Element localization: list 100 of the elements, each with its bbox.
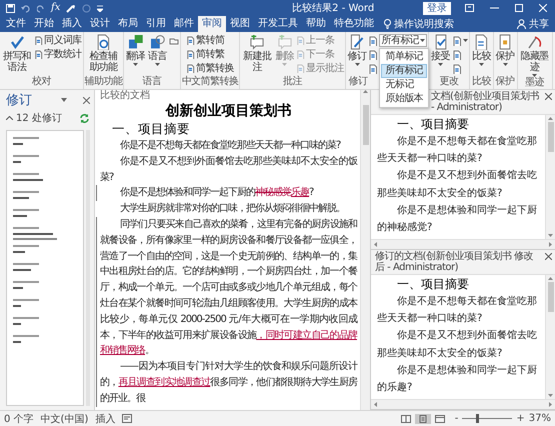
zoom-in-button[interactable]: +: [516, 413, 525, 424]
ribbon-tab[interactable]: 开发工具: [254, 16, 302, 32]
zoom-out-button[interactable]: -: [454, 413, 458, 424]
scroll-left-icon[interactable]: [374, 242, 377, 247]
save-icon[interactable]: [6, 4, 15, 12]
undo-icon[interactable]: [21, 4, 31, 12]
close-icon[interactable]: [83, 96, 90, 104]
slider-thumb[interactable]: [476, 414, 480, 423]
language-icon: [149, 34, 166, 50]
horizontal-scrollbar[interactable]: [371, 239, 555, 249]
ribbon-button[interactable]: 拼写和语法: [1, 34, 33, 73]
tell-me-search[interactable]: 操作说明搜索: [394, 17, 454, 31]
ribbon-button[interactable]: 字数统计: [34, 48, 82, 61]
customize-icon[interactable]: [97, 4, 104, 12]
section-heading: 一、项目摘要: [396, 276, 470, 293]
close-icon[interactable]: [545, 253, 552, 260]
login-button[interactable]: 登录: [423, 2, 451, 14]
vertical-scrollbar[interactable]: [545, 275, 555, 399]
scroll-down-icon[interactable]: [548, 234, 553, 237]
close-icon[interactable]: [545, 93, 552, 100]
ribbon-button[interactable]: 翻译: [125, 34, 146, 66]
group-label: 墨迹: [525, 77, 544, 89]
folder-icon: [168, 36, 179, 46]
maximize-icon[interactable]: [515, 4, 523, 12]
ribbon-button[interactable]: 比较: [470, 34, 492, 66]
ribbon-button[interactable]: 语言: [147, 34, 168, 66]
ribbon-tab[interactable]: 引用: [142, 16, 170, 32]
refresh-icon[interactable]: [79, 112, 90, 124]
person-icon[interactable]: [517, 19, 526, 29]
scroll-right-icon[interactable]: [549, 402, 552, 407]
icon-button[interactable]: [368, 62, 378, 75]
insert-mode[interactable]: 插入: [95, 412, 116, 426]
scroll-up-icon[interactable]: [548, 277, 553, 280]
ribbon-tab[interactable]: 开始: [30, 16, 58, 32]
document-icon: [34, 36, 43, 45]
ribbon-button[interactable]: 隐藏墨迹: [518, 34, 551, 77]
ribbon-tab[interactable]: 邮件: [170, 16, 198, 32]
macro-icon[interactable]: [122, 414, 132, 423]
word-count[interactable]: 0 个字: [4, 412, 34, 426]
ribbon-button[interactable]: 接受: [430, 34, 451, 66]
menu-item[interactable]: 简单标记: [381, 50, 428, 64]
icon-button[interactable]: [368, 34, 378, 47]
scroll-left-icon[interactable]: [374, 402, 377, 407]
scroll-up-icon[interactable]: [548, 117, 553, 120]
menu-item[interactable]: 无标记: [381, 78, 428, 92]
document-icon: [368, 50, 378, 60]
caret-icon: [502, 63, 508, 66]
vertical-scrollbar[interactable]: [360, 90, 370, 410]
document-icon: [452, 50, 462, 60]
lightbulb-icon[interactable]: [384, 19, 391, 29]
language-status[interactable]: 中文(中国): [40, 412, 88, 426]
section-heading: 一、项目摘要: [111, 120, 191, 138]
collapse-icon[interactable]: [6, 116, 13, 120]
ribbon-tab[interactable]: 设计: [86, 16, 114, 32]
paragraph: 你是不是又不想到外面餐馆去吃那些美味却不太安全的饭菜?: [377, 168, 538, 201]
paragraph: 你是不是不想每天都在食堂吃那些天天都一种口味的菜?: [377, 294, 538, 326]
ribbon-tab[interactable]: 帮助: [302, 16, 330, 32]
scrollbar-thumb[interactable]: [362, 105, 368, 145]
ribbon-button[interactable]: 修订: [346, 34, 368, 66]
formula-button[interactable]: fx: [51, 2, 60, 14]
ribbon-options-icon[interactable]: [465, 4, 474, 12]
horizontal-scrollbar[interactable]: [371, 399, 555, 409]
ribbon-tab[interactable]: 特色功能: [330, 16, 378, 32]
ribbon-tab[interactable]: 布局: [114, 16, 142, 32]
checkmark-icon: [9, 34, 25, 50]
caret-icon: [438, 63, 443, 66]
group-label: 校对: [32, 76, 51, 88]
scrollbar-thumb[interactable]: [548, 282, 554, 312]
ribbon-button[interactable]: 保护: [494, 34, 516, 66]
redo-icon[interactable]: [37, 4, 45, 12]
share-button[interactable]: 共享: [529, 17, 549, 31]
ribbon-tab[interactable]: 视图: [226, 16, 254, 32]
ribbon-tab[interactable]: 文件: [2, 16, 30, 32]
zoom-level[interactable]: 37%: [528, 413, 551, 424]
paragraph: ——因为本项目专门针对大学生的饮食和娱乐问题所设计的，再且调查到实地调查过很多同学，他们都很期待大学生厨房的开业。很: [100, 360, 357, 406]
scroll-right-icon[interactable]: [549, 242, 552, 247]
paragraph: 你是不是想体验和同学一起下厨的神秘感觉?: [377, 204, 538, 236]
ribbon-button[interactable]: 简繁转换: [186, 62, 234, 75]
ribbon-button[interactable]: 新建批注: [241, 34, 274, 73]
ribbon-tab[interactable]: 插入: [58, 16, 86, 32]
ribbon-button[interactable]: 繁转简: [186, 34, 234, 47]
menu-item[interactable]: 原始版本: [381, 92, 428, 106]
scroll-down-icon[interactable]: [548, 394, 553, 397]
ribbon-button[interactable]: 简转繁: [186, 48, 234, 61]
view-button[interactable]: [414, 414, 431, 424]
ribbon-button[interactable]: 检查辅助功能: [87, 34, 120, 73]
brush-icon[interactable]: [66, 4, 76, 12]
vertical-scrollbar[interactable]: [545, 115, 555, 239]
document-icon: [34, 50, 43, 59]
group-label: 辅助功能: [84, 76, 122, 88]
icon-button[interactable]: [452, 34, 468, 47]
document-title: 创新创业项目策划书: [164, 102, 292, 120]
ribbon-tab[interactable]: 审阅: [198, 16, 226, 32]
icon-button[interactable]: [368, 48, 378, 61]
scrollbar-thumb[interactable]: [548, 122, 554, 152]
menu-item[interactable]: 所有标记: [381, 64, 428, 78]
document-icon: [296, 36, 306, 45]
ribbon-button[interactable]: 同义词库: [34, 34, 82, 47]
caret-icon[interactable]: [61, 98, 67, 102]
group-label: 语言: [142, 76, 162, 88]
